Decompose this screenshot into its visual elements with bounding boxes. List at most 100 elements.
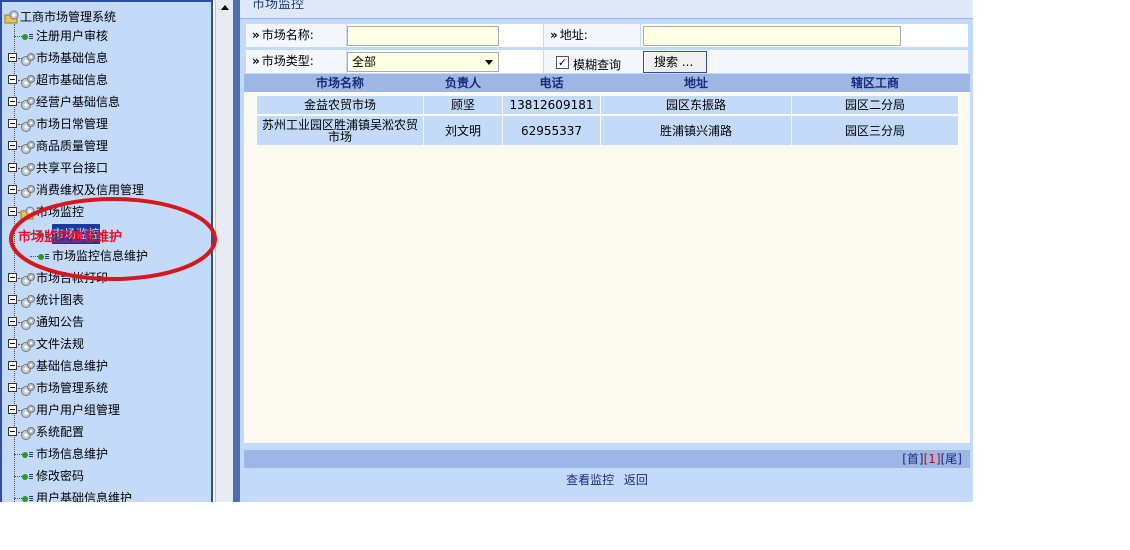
market-name-input[interactable] [347, 26, 499, 46]
table-row-1-name[interactable]: 金益农贸市场 [257, 96, 423, 114]
expand-toggle-icon[interactable] [8, 383, 17, 392]
tree-item-label: 系统配置 [36, 425, 85, 439]
chevron-down-icon[interactable] [485, 60, 493, 65]
footer-actions: 查看监控 返回 [244, 469, 970, 497]
table-row-1-district[interactable]: 园区二分局 [792, 96, 958, 114]
col-header-owner[interactable]: 负责人 [424, 74, 502, 92]
expand-toggle-icon[interactable] [8, 405, 17, 414]
col-header-phone[interactable]: 电话 [503, 74, 600, 92]
expand-toggle-icon[interactable] [8, 75, 17, 84]
table-row-2-phone[interactable]: 62955337 [503, 116, 600, 145]
navigation-tree: 工商市场管理系统 注册用户审核 市场基础信息 超市基础信息 经营户基础信息 市场日常管理… [0, 0, 213, 502]
pager-first[interactable]: [首] [902, 452, 923, 466]
address-label: » 地址: [544, 24, 640, 47]
gear-icon [21, 75, 35, 88]
tree-item-label: 用户用户组管理 [36, 403, 121, 417]
table-row-2-district[interactable]: 园区三分局 [792, 116, 958, 145]
tree-item-label: 市场监控信息维护 [52, 249, 149, 263]
market-type-label-text: 市场类型: [261, 54, 314, 68]
col-header-name[interactable]: 市场名称 [257, 74, 423, 92]
tree-item-label: 市场基础信息 [36, 51, 109, 65]
gear-icon [21, 141, 35, 154]
expand-toggle-icon[interactable] [8, 295, 17, 304]
expand-toggle-icon[interactable] [8, 339, 17, 348]
collapse-toggle-icon[interactable] [8, 207, 17, 216]
raquo-icon: » [252, 54, 260, 68]
expand-toggle-icon[interactable] [8, 273, 17, 282]
search-button[interactable]: 搜索 ... [643, 51, 707, 73]
fuzzy-checkbox[interactable]: ✓ [556, 56, 569, 69]
tree-item-label: 超市基础信息 [36, 73, 109, 87]
address-label-text: 地址: [559, 28, 588, 42]
tree-item-label: 通知公告 [36, 315, 85, 329]
gear-icon [21, 361, 35, 374]
expand-toggle-icon[interactable] [8, 141, 17, 150]
expand-toggle-icon[interactable] [8, 317, 17, 326]
tree-scrollbar[interactable] [215, 0, 233, 502]
tree-item-label: 注册用户审核 [36, 29, 109, 43]
gear-icon [21, 53, 35, 66]
tree-item-label: 统计图表 [36, 293, 85, 307]
table-row-1-phone[interactable]: 13812609181 [503, 96, 600, 114]
pager-last[interactable]: [尾] [941, 452, 962, 466]
frame-divider[interactable] [233, 0, 240, 502]
gear-icon [21, 185, 35, 198]
main-content: 市场监控 » 市场名称: » 地址: » 市场类型: 全部 ✓ 模糊查询 搜索 ...… [240, 0, 973, 502]
grid-body: 金益农贸市场 顾坚 13812609181 园区东振路 园区二分局 苏州工业园区… [244, 92, 970, 443]
view-monitor-link[interactable]: 查看监控 [566, 473, 614, 487]
document-leaf-icon [18, 34, 34, 40]
table-row-2-owner[interactable]: 刘文明 [424, 116, 502, 145]
market-name-label: » 市场名称: [246, 24, 346, 47]
gear-icon [21, 119, 35, 132]
gear-icon [21, 383, 35, 396]
grid-header: 市场名称 负责人 电话 地址 辖区工商 [244, 74, 970, 92]
table-row-1-address[interactable]: 园区东振路 [601, 96, 791, 114]
gear-icon [21, 163, 35, 176]
table-row-2-name[interactable]: 苏州工业园区胜浦镇吴淞农贸市场 [257, 116, 423, 145]
annotation-label: 市场监控信息维护 [18, 230, 123, 245]
page-title: 市场监控 [240, 0, 973, 19]
gear-icon [21, 339, 35, 352]
tree-item-label: 文件法规 [36, 337, 85, 351]
tree-item-label: 用户基础信息维护 [36, 491, 133, 502]
document-leaf-icon [18, 452, 34, 458]
tree-item-label: 共享平台接口 [36, 161, 109, 175]
tree-item-label: 消费维权及信用管理 [36, 183, 145, 197]
tree-item-label: 市场日常管理 [36, 117, 109, 131]
raquo-icon: » [252, 28, 260, 42]
table-row-1-owner[interactable]: 顾坚 [424, 96, 502, 114]
open-folder-gear-icon [20, 206, 35, 220]
fuzzy-label: 模糊查询 [573, 58, 622, 72]
expand-toggle-icon[interactable] [8, 427, 17, 436]
tree-item-label: 市场台帐打印 [36, 271, 109, 285]
document-leaf-icon [18, 474, 34, 480]
pager-bar: [首][1][尾] [244, 450, 970, 468]
table-row-2-address[interactable]: 胜浦镇兴浦路 [601, 116, 791, 145]
expand-toggle-icon[interactable] [8, 97, 17, 106]
tree-item-label: 基础信息维护 [36, 359, 109, 373]
tree-item-label: 商品质量管理 [36, 139, 109, 153]
tree-item-label: 市场监控 [36, 205, 85, 219]
expand-toggle-icon[interactable] [8, 163, 17, 172]
tree-item-label: 市场管理系统 [36, 381, 109, 395]
address-input[interactable] [643, 26, 901, 46]
tree-item-label: 修改密码 [36, 469, 85, 483]
col-header-address[interactable]: 地址 [601, 74, 791, 92]
scroll-up-icon[interactable] [221, 5, 229, 10]
market-name-label-text: 市场名称: [261, 28, 314, 42]
tree-item-label: 经营户基础信息 [36, 95, 121, 109]
market-type-select[interactable]: 全部 [347, 52, 499, 72]
document-leaf-icon [34, 254, 50, 260]
pager-current[interactable]: [1] [924, 452, 941, 466]
expand-toggle-icon[interactable] [8, 361, 17, 370]
back-link[interactable]: 返回 [624, 473, 648, 487]
gear-icon [21, 317, 35, 330]
tree-item-label: 市场信息维护 [36, 447, 109, 461]
gear-icon [21, 427, 35, 440]
col-header-district[interactable]: 辖区工商 [792, 74, 958, 92]
document-leaf-icon [18, 496, 34, 502]
expand-toggle-icon[interactable] [8, 53, 17, 62]
expand-toggle-icon[interactable] [8, 119, 17, 128]
expand-toggle-icon[interactable] [8, 185, 17, 194]
folder-gear-icon [4, 10, 19, 24]
